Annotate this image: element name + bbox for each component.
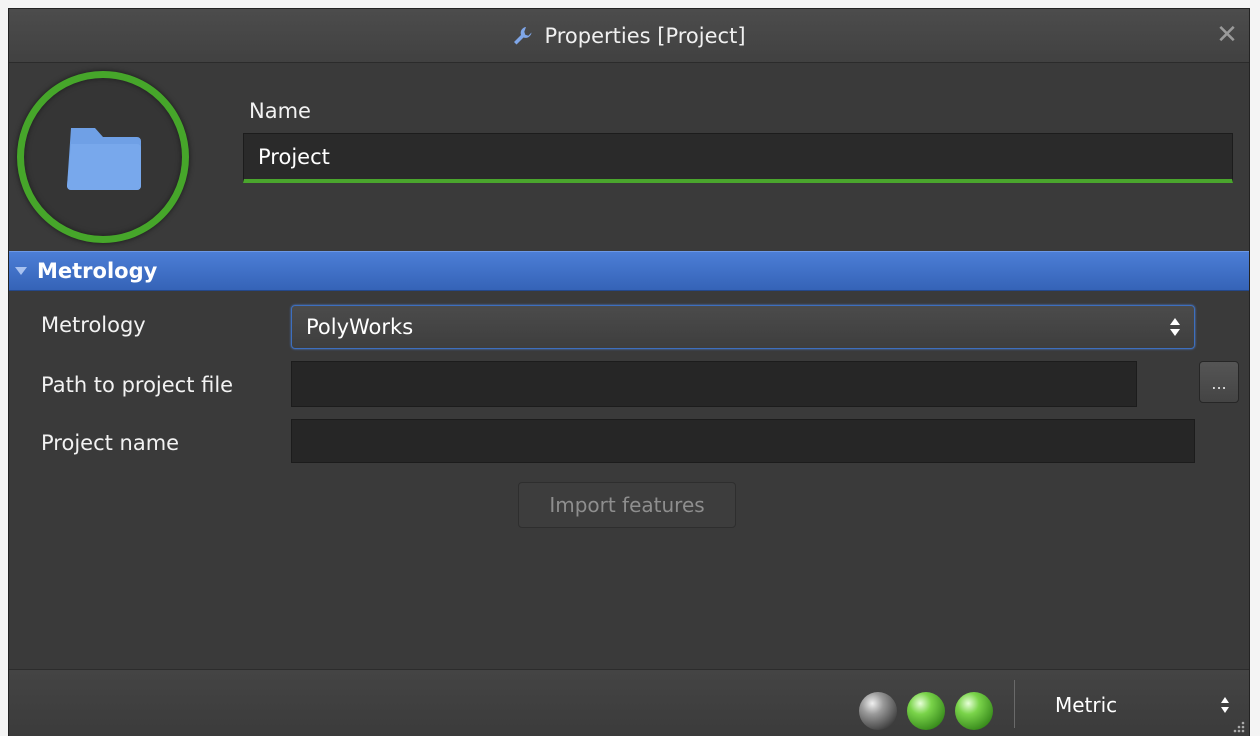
window-title: Properties [Project] — [544, 24, 746, 48]
updown-arrows-icon — [1170, 318, 1180, 336]
browse-button[interactable]: ... — [1199, 361, 1239, 403]
status-indicator-gray — [859, 692, 897, 730]
resize-grip-icon[interactable] — [1231, 719, 1245, 733]
status-indicator-green — [955, 692, 993, 730]
folder-icon — [67, 128, 141, 190]
properties-window: Properties [Project] ✕ Name Metrology Me… — [8, 8, 1250, 736]
project-name-field[interactable] — [291, 419, 1195, 463]
name-field[interactable] — [243, 133, 1233, 183]
name-label: Name — [249, 99, 311, 123]
close-icon[interactable]: ✕ — [1213, 21, 1241, 49]
path-field[interactable] — [291, 361, 1137, 407]
updown-arrows-icon — [1221, 697, 1229, 713]
status-bar: Metric — [9, 669, 1249, 736]
section-title: Metrology — [37, 259, 158, 283]
divider — [1014, 680, 1015, 728]
status-indicator-green — [907, 692, 945, 730]
units-select[interactable]: Metric — [1039, 682, 1245, 728]
avatar — [17, 71, 189, 243]
path-label: Path to project file — [41, 373, 234, 397]
wrench-icon — [512, 25, 534, 47]
metrology-select-value: PolyWorks — [306, 315, 414, 339]
metrology-select[interactable]: PolyWorks — [291, 305, 1195, 349]
import-features-button[interactable]: Import features — [518, 482, 736, 528]
title-bar[interactable]: Properties [Project] ✕ — [9, 9, 1249, 63]
metrology-label: Metrology — [41, 313, 146, 337]
import-features-label: Import features — [549, 493, 705, 517]
project-name-label: Project name — [41, 431, 180, 455]
metrology-section-header[interactable]: Metrology — [9, 251, 1249, 291]
collapse-triangle-icon[interactable] — [15, 267, 27, 275]
title-wrap: Properties [Project] — [9, 9, 1249, 63]
units-value: Metric — [1055, 693, 1118, 717]
